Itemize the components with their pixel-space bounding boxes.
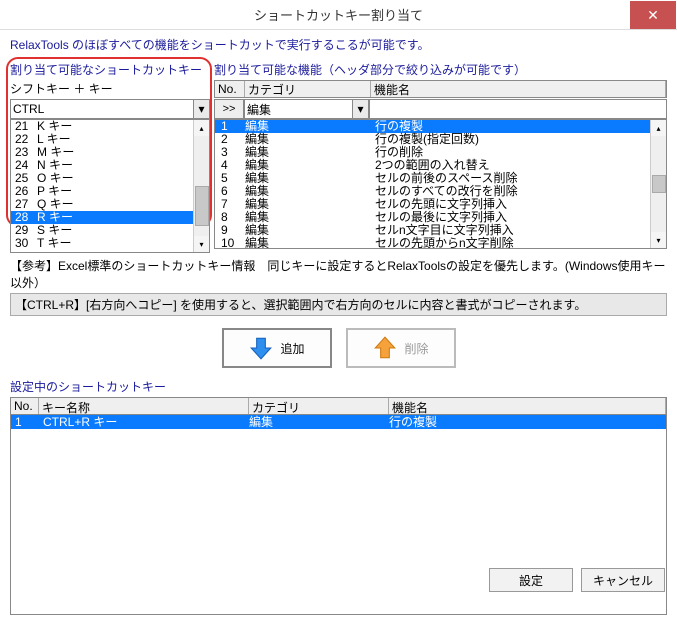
category-filter-combo[interactable]: 編集 ▾: [244, 99, 369, 119]
cancel-button-label: キャンセル: [593, 572, 653, 589]
function-row[interactable]: 2編集行の複製(指定回数): [215, 133, 666, 146]
available-keys-panel: 割り当て可能なショートカットキー シフトキー ＋ キー CTRL ▾ 21K キ…: [10, 61, 210, 253]
ok-button[interactable]: 設定: [489, 568, 573, 592]
function-row[interactable]: 10編集セルの先頭からn文字削除: [215, 237, 666, 249]
chevron-down-icon: ▾: [352, 100, 368, 118]
filter-expand-button[interactable]: >>: [214, 99, 244, 119]
assigned-hdr-category[interactable]: カテゴリ: [249, 398, 389, 414]
assigned-hdr-function[interactable]: 機能名: [389, 398, 666, 414]
functions-header: No. カテゴリ 機能名: [214, 80, 667, 98]
keys-listbox[interactable]: 21K キー22L キー23M キー24N キー25O キー26P キー27Q …: [10, 119, 210, 253]
category-filter-value: 編集: [247, 101, 271, 118]
hdr-no[interactable]: No.: [215, 81, 245, 97]
function-filter-input[interactable]: [369, 99, 667, 119]
content-area: RelaxTools のほぼすべての機能をショートカットで実行するこるが可能です…: [0, 30, 677, 623]
assigned-header: No. キー名称 カテゴリ 機能名: [10, 397, 667, 415]
footer-buttons: 設定 キャンセル: [489, 568, 665, 592]
hdr-function[interactable]: 機能名: [371, 81, 666, 97]
modifier-combo[interactable]: CTRL ▾: [10, 99, 210, 119]
remove-button[interactable]: 削除: [346, 328, 456, 368]
assigned-hdr-key[interactable]: キー名称: [39, 398, 249, 414]
close-icon: ✕: [647, 7, 659, 24]
remove-button-label: 削除: [404, 340, 428, 357]
assigned-title: 設定中のショートカットキー: [10, 378, 667, 395]
scroll-thumb[interactable]: [652, 175, 666, 193]
reference-line1: 【参考】Excel標準のショートカットキー情報 同じキーに設定するとRelaxT…: [10, 257, 667, 291]
assigned-row[interactable]: 1CTRL+R キー編集行の複製: [11, 415, 666, 429]
add-button-label: 追加: [280, 340, 304, 357]
key-list-item[interactable]: 30T キー: [11, 237, 209, 250]
chevron-down-icon: ▾: [193, 100, 209, 118]
ok-button-label: 設定: [519, 572, 543, 589]
intro-text: RelaxTools のほぼすべての機能をショートカットで実行するこるが可能です…: [10, 34, 667, 61]
scrollbar[interactable]: ▴ ▾: [193, 120, 209, 252]
scroll-up-icon[interactable]: ▴: [194, 120, 210, 136]
modifier-combo-value: CTRL: [13, 102, 44, 116]
scroll-thumb[interactable]: [195, 186, 209, 226]
modifier-label: シフトキー ＋ キー: [10, 80, 210, 97]
titlebar: ショートカットキー割り当て ✕: [0, 0, 677, 30]
functions-grid[interactable]: 1編集行の複製2編集行の複製(指定回数)3編集行の削除4編集2つの範囲の入れ替え…: [214, 119, 667, 249]
assigned-hdr-no[interactable]: No.: [11, 398, 39, 414]
scroll-down-icon[interactable]: ▾: [651, 232, 667, 248]
window-title: ショートカットキー割り当て: [0, 5, 677, 24]
available-functions-title: 割り当て可能な機能（ヘッダ部分で絞り込みが可能です）: [214, 61, 667, 78]
arrow-up-icon: [372, 335, 398, 361]
hdr-category[interactable]: カテゴリ: [245, 81, 371, 97]
reference-line2: 【CTRL+R】[右方向へコピー] を使用すると、選択範囲内で右方向のセルに内容…: [10, 293, 667, 316]
arrow-down-icon: [248, 335, 274, 361]
cancel-button[interactable]: キャンセル: [581, 568, 665, 592]
scroll-down-icon[interactable]: ▾: [194, 236, 210, 252]
add-button[interactable]: 追加: [222, 328, 332, 368]
scroll-up-icon[interactable]: ▴: [651, 120, 667, 136]
available-functions-panel: 割り当て可能な機能（ヘッダ部分で絞り込みが可能です） No. カテゴリ 機能名 …: [214, 61, 667, 253]
close-button[interactable]: ✕: [630, 1, 676, 29]
available-keys-title: 割り当て可能なショートカットキー: [10, 61, 210, 78]
scrollbar[interactable]: ▴ ▾: [650, 120, 666, 248]
